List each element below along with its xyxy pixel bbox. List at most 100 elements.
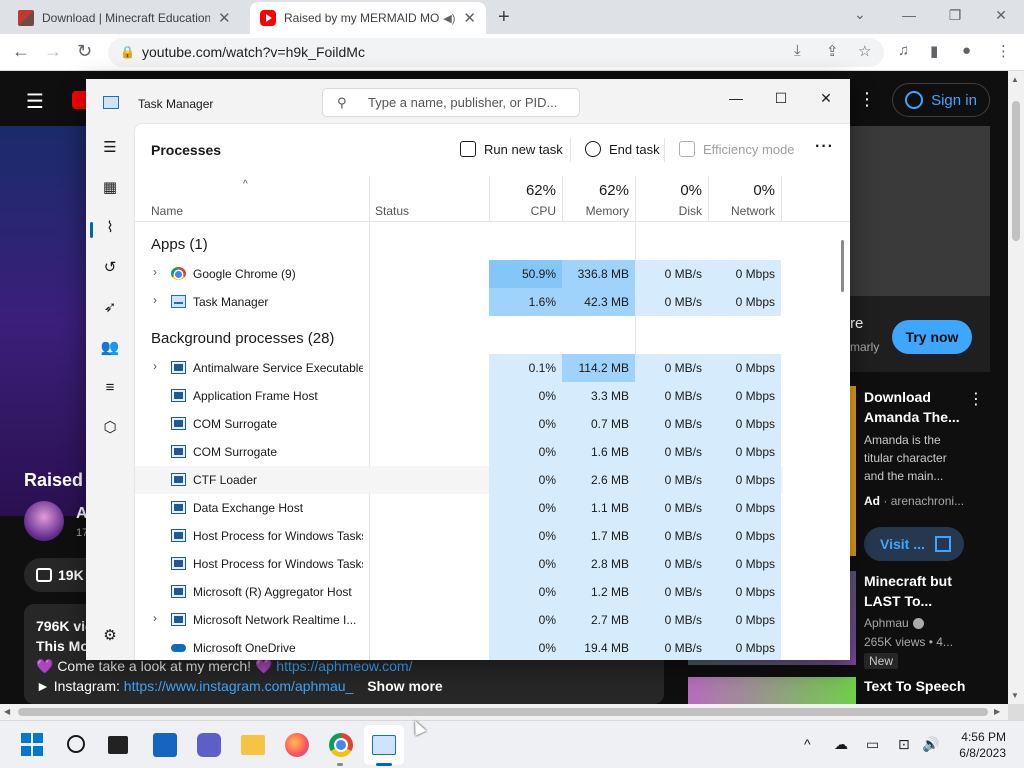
video-player[interactable]: [0, 126, 86, 516]
table-row[interactable]: › Google Chrome (9) 50.9% 336.8 MB 0 MB/…: [135, 260, 783, 288]
scrollbar-thumb[interactable]: [18, 708, 988, 716]
recommendation-thumbnail[interactable]: [850, 386, 856, 556]
volume-speaker-icon[interactable]: 🔊: [922, 736, 939, 753]
restore-button[interactable]: ❐: [932, 0, 978, 30]
expand-chevron-icon[interactable]: ›: [153, 611, 157, 625]
table-row[interactable]: COM Surrogate 0% 0.7 MB 0 MB/s 0 Mbps: [135, 410, 783, 438]
show-more-button[interactable]: Show more: [367, 678, 442, 694]
file-explorer-folder-icon[interactable]: [241, 735, 265, 755]
youtube-settings-more-icon[interactable]: ⋮: [858, 89, 876, 110]
chrome-menu-icon[interactable]: ⋮: [996, 42, 1011, 60]
recommendation-channel[interactable]: Aphmau: [864, 616, 924, 630]
column-name[interactable]: Name: [135, 176, 369, 222]
scroll-right-icon[interactable]: ▶: [994, 707, 1000, 716]
install-app-icon[interactable]: ⤓: [794, 42, 801, 59]
end-task-button[interactable]: End task: [585, 141, 660, 157]
close-window-button[interactable]: ✕: [978, 0, 1024, 30]
tab-search-chevron-down-icon[interactable]: ⌄: [854, 6, 866, 23]
table-row[interactable]: › Microsoft Network Realtime I... 0% 2.7…: [135, 606, 783, 634]
channel-avatar[interactable]: [24, 501, 64, 541]
side-panel-icon[interactable]: ▮: [930, 42, 938, 60]
column-disk[interactable]: 0% Disk: [635, 176, 708, 222]
table-row[interactable]: › Antimalware Service Executable 0.1% 11…: [135, 354, 783, 382]
settings-gear-icon[interactable]: ⚙: [100, 625, 120, 645]
profile-avatar-icon[interactable]: ●: [962, 42, 971, 59]
firefox-icon[interactable]: [285, 733, 309, 757]
recommendation-title[interactable]: Text To Speech: [864, 678, 965, 694]
share-icon[interactable]: ⇪: [826, 42, 839, 60]
efficiency-mode-button[interactable]: Efficiency mode: [679, 141, 795, 157]
new-tab-button[interactable]: +: [498, 6, 510, 29]
processes-icon[interactable]: ▦: [100, 177, 120, 197]
run-new-task-button[interactable]: Run new task: [460, 141, 563, 157]
forward-arrow-icon[interactable]: →: [44, 41, 62, 62]
table-row[interactable]: Data Exchange Host 0% 1.1 MB 0 MB/s 0 Mb…: [135, 494, 783, 522]
app-history-icon[interactable]: ↺: [100, 257, 120, 277]
recommendation-title[interactable]: Download Amanda The...: [864, 387, 964, 427]
process-list-scrollbar[interactable]: [841, 240, 844, 292]
reload-icon[interactable]: ↻: [77, 41, 92, 62]
youtube-menu-icon[interactable]: ☰: [26, 89, 44, 114]
sign-in-button[interactable]: Sign in: [892, 83, 990, 117]
chrome-taskbar-icon[interactable]: [329, 733, 353, 757]
close-tab-icon[interactable]: ✕: [463, 9, 476, 27]
performance-icon[interactable]: ⌇: [100, 217, 120, 237]
system-clock[interactable]: 4:56 PM 6/8/2023: [950, 729, 1006, 761]
media-control-icon[interactable]: ♫: [898, 42, 909, 59]
minimize-button[interactable]: —: [886, 0, 932, 30]
youtube-logo-icon[interactable]: [72, 91, 86, 109]
task-manager-taskbar-icon[interactable]: [372, 735, 396, 755]
scrollbar-thumb[interactable]: [1012, 101, 1020, 241]
lock-icon[interactable]: 🔒: [120, 38, 135, 67]
more-options-icon[interactable]: ···: [815, 138, 834, 156]
hamburger-menu-icon[interactable]: ☰: [100, 137, 120, 157]
recommendation-thumbnail[interactable]: [688, 677, 856, 704]
table-row[interactable]: Microsoft OneDrive 0% 19.4 MB 0 MB/s 0 M…: [135, 634, 783, 660]
details-icon[interactable]: ≡: [100, 377, 120, 397]
try-now-button[interactable]: Try now: [892, 320, 972, 354]
expand-chevron-icon[interactable]: ›: [153, 265, 157, 279]
scroll-down-icon[interactable]: ▼: [1011, 691, 1019, 700]
instagram-link[interactable]: https://www.instagram.com/aphmau_: [124, 678, 354, 694]
task-manager-titlebar[interactable]: Task Manager ⚲ Type a name, publisher, o…: [86, 79, 850, 123]
users-icon[interactable]: 👥: [100, 337, 120, 357]
process-search-input[interactable]: ⚲ Type a name, publisher, or PID...: [322, 88, 580, 117]
column-network[interactable]: 0% Network: [708, 176, 781, 222]
tm-close-button[interactable]: ✕: [806, 86, 846, 110]
column-status[interactable]: Status: [369, 176, 489, 222]
address-bar[interactable]: 🔒 youtube.com/watch?v=h9k_FoildMc: [108, 38, 884, 67]
visit-button[interactable]: Visit ...: [864, 527, 964, 561]
services-icon[interactable]: ⬡: [100, 417, 120, 437]
table-row[interactable]: CTF Loader 0% 2.6 MB 0 MB/s 0 Mbps: [135, 466, 783, 494]
table-row[interactable]: Host Process for Windows Tasks 0% 2.8 MB…: [135, 550, 783, 578]
expand-chevron-icon[interactable]: ›: [153, 293, 157, 307]
table-row[interactable]: › Task Manager 1.6% 42.3 MB 0 MB/s 0 Mbp…: [135, 288, 783, 316]
tm-maximize-button[interactable]: ☐: [761, 86, 801, 110]
table-row[interactable]: Microsoft (R) Aggregator Host 0% 1.2 MB …: [135, 578, 783, 606]
search-icon[interactable]: [67, 735, 85, 753]
table-row[interactable]: COM Surrogate 0% 1.6 MB 0 MB/s 0 Mbps: [135, 438, 783, 466]
start-windows-icon[interactable]: [21, 733, 45, 757]
keyboard-layout-icon[interactable]: ▭: [866, 736, 879, 753]
page-horizontal-scrollbar[interactable]: ◀ ▶: [0, 704, 1008, 720]
recommendation-title[interactable]: Minecraft but LAST To...: [864, 571, 974, 611]
like-button[interactable]: 19K: [24, 558, 86, 592]
widgets-icon[interactable]: [153, 733, 177, 757]
task-view-icon[interactable]: [108, 736, 128, 754]
ad-banner-image[interactable]: [850, 126, 990, 296]
expand-chevron-icon[interactable]: ›: [153, 359, 157, 373]
scroll-up-icon[interactable]: ▲: [1011, 75, 1019, 84]
show-hidden-icons-chevron-up-icon[interactable]: ^: [804, 736, 811, 752]
table-row[interactable]: Application Frame Host 0% 3.3 MB 0 MB/s …: [135, 382, 783, 410]
column-cpu[interactable]: 62% CPU: [489, 176, 562, 222]
table-row[interactable]: Host Process for Windows Tasks 0% 1.7 MB…: [135, 522, 783, 550]
browser-tab-minecraft[interactable]: Download | Minecraft Education ✕: [8, 2, 244, 34]
browser-tab-youtube[interactable]: Raised by my MERMAID MO ◀) ✕: [250, 2, 486, 34]
close-tab-icon[interactable]: ✕: [218, 9, 231, 27]
cloud-offline-icon[interactable]: ☁: [834, 736, 848, 753]
network-icon[interactable]: ⊡: [898, 736, 910, 753]
teams-chat-icon[interactable]: [197, 733, 221, 757]
column-memory[interactable]: 62% Memory: [562, 176, 635, 222]
recommendation-more-icon[interactable]: ⋮: [968, 389, 984, 409]
startup-apps-icon[interactable]: ➶: [100, 297, 120, 317]
